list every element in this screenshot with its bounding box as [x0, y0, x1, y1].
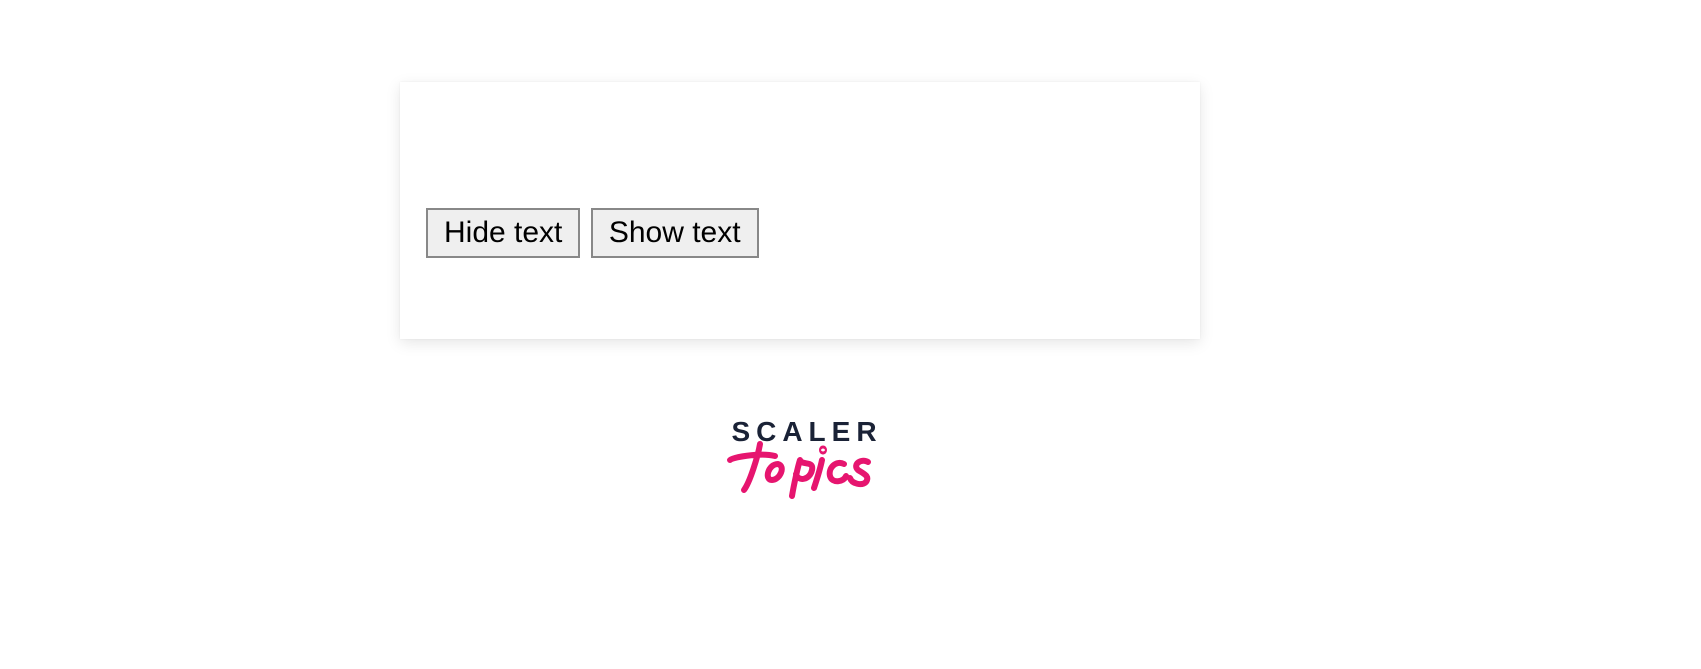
logo-line2-wrapper — [720, 438, 890, 508]
topics-script-icon — [720, 430, 890, 510]
hide-text-button[interactable]: Hide text — [426, 208, 580, 258]
demo-panel: Hide text Show text — [400, 82, 1200, 339]
show-text-button[interactable]: Show text — [591, 208, 759, 258]
scaler-topics-logo: SCALER — [720, 416, 890, 508]
